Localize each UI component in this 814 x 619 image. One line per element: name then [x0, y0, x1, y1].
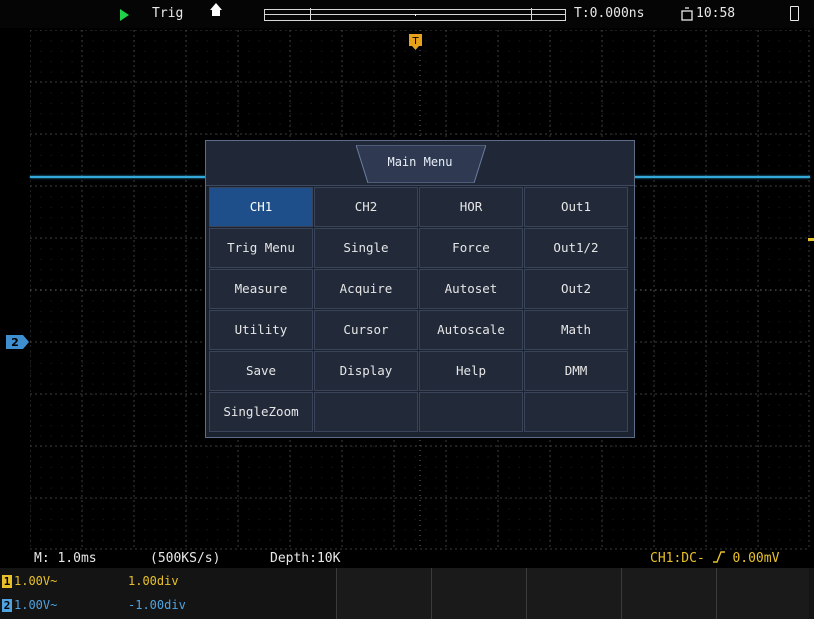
menu-item-utility[interactable]: Utility	[209, 310, 313, 350]
ch1-scale: 1.00V~	[14, 574, 58, 588]
clock: 10:58	[696, 6, 736, 21]
softkey-bar: 1 1.00V~ 1.00div 2 1.00V~ -1.00div	[0, 568, 814, 619]
menu-item-autoset[interactable]: Autoset	[419, 269, 523, 309]
menu-item-display[interactable]: Display	[314, 351, 418, 391]
run-icon[interactable]	[120, 9, 129, 21]
svg-text:2: 2	[11, 336, 19, 349]
main-menu-window: Main Menu CH1 CH2 HOR Out1 Trig Menu Sin…	[205, 140, 635, 438]
ch2-scale: 1.00V~	[14, 598, 58, 612]
sample-rate: (500KS/s)	[150, 551, 221, 566]
main-menu-title: Main Menu	[387, 155, 453, 169]
softkey-1[interactable]	[336, 568, 431, 619]
menu-item-autoscale[interactable]: Autoscale	[419, 310, 523, 350]
menu-empty-cell	[314, 392, 418, 432]
menu-item-force[interactable]: Force	[419, 228, 523, 268]
trigger-state: Trig	[152, 6, 184, 21]
menu-item-out1-2[interactable]: Out1/2	[524, 228, 628, 268]
ch2-offset-marker[interactable]: 2	[6, 335, 30, 349]
trigger-level: 0.00mV	[732, 551, 780, 566]
rising-edge-icon	[712, 551, 725, 563]
menu-item-ch2[interactable]: CH2	[314, 187, 418, 227]
memory-depth: Depth:10K	[270, 551, 341, 566]
menu-item-singlezoom[interactable]: SingleZoom	[209, 392, 313, 432]
home-icon[interactable]	[210, 3, 222, 19]
status-bar: Trig T:0.000ns 10:58	[0, 0, 814, 28]
trigger-info: CH1:DC- 0.00mV	[650, 551, 779, 566]
ch2-badge: 2	[2, 599, 12, 612]
trigger-position-marker[interactable]: T	[409, 34, 422, 50]
menu-item-measure[interactable]: Measure	[209, 269, 313, 309]
timer-icon	[681, 7, 693, 21]
ch2-status[interactable]: 2 1.00V~ -1.00div	[0, 595, 260, 617]
ch1-badge: 1	[2, 575, 12, 588]
oscilloscope-screen: Trig T:0.000ns 10:58 T 2 Main Menu CH1 C…	[0, 0, 814, 619]
memory-position-bar[interactable]	[264, 8, 566, 21]
softkey-4[interactable]	[621, 568, 716, 619]
menu-item-save[interactable]: Save	[209, 351, 313, 391]
softkey-3[interactable]	[526, 568, 621, 619]
trigger-level-marker[interactable]	[808, 238, 814, 241]
menu-item-hor[interactable]: HOR	[419, 187, 523, 227]
menu-item-math[interactable]: Math	[524, 310, 628, 350]
battery-icon	[790, 6, 799, 21]
menu-item-trig-menu[interactable]: Trig Menu	[209, 228, 313, 268]
softkey-5[interactable]	[716, 568, 809, 619]
ch1-position: 1.00div	[128, 574, 179, 588]
menu-item-acquire[interactable]: Acquire	[314, 269, 418, 309]
ch2-position: -1.00div	[128, 598, 186, 612]
main-menu-header: Main Menu	[206, 141, 634, 186]
menu-item-out1[interactable]: Out1	[524, 187, 628, 227]
menu-empty-cell	[419, 392, 523, 432]
trigger-source: CH1:DC-	[650, 551, 705, 566]
menu-item-dmm[interactable]: DMM	[524, 351, 628, 391]
menu-item-cursor[interactable]: Cursor	[314, 310, 418, 350]
acquisition-info-bar: M: 1.0ms (500KS/s) Depth:10K CH1:DC- 0.0…	[0, 550, 814, 568]
menu-item-out2[interactable]: Out2	[524, 269, 628, 309]
menu-item-single[interactable]: Single	[314, 228, 418, 268]
menu-empty-cell	[524, 392, 628, 432]
softkey-2[interactable]	[431, 568, 526, 619]
menu-item-help[interactable]: Help	[419, 351, 523, 391]
svg-text:T: T	[411, 36, 419, 47]
ch1-status[interactable]: 1 1.00V~ 1.00div	[0, 571, 260, 593]
timebase: M: 1.0ms	[34, 551, 97, 566]
time-offset: T:0.000ns	[574, 6, 645, 21]
menu-item-ch1[interactable]: CH1	[209, 187, 313, 227]
